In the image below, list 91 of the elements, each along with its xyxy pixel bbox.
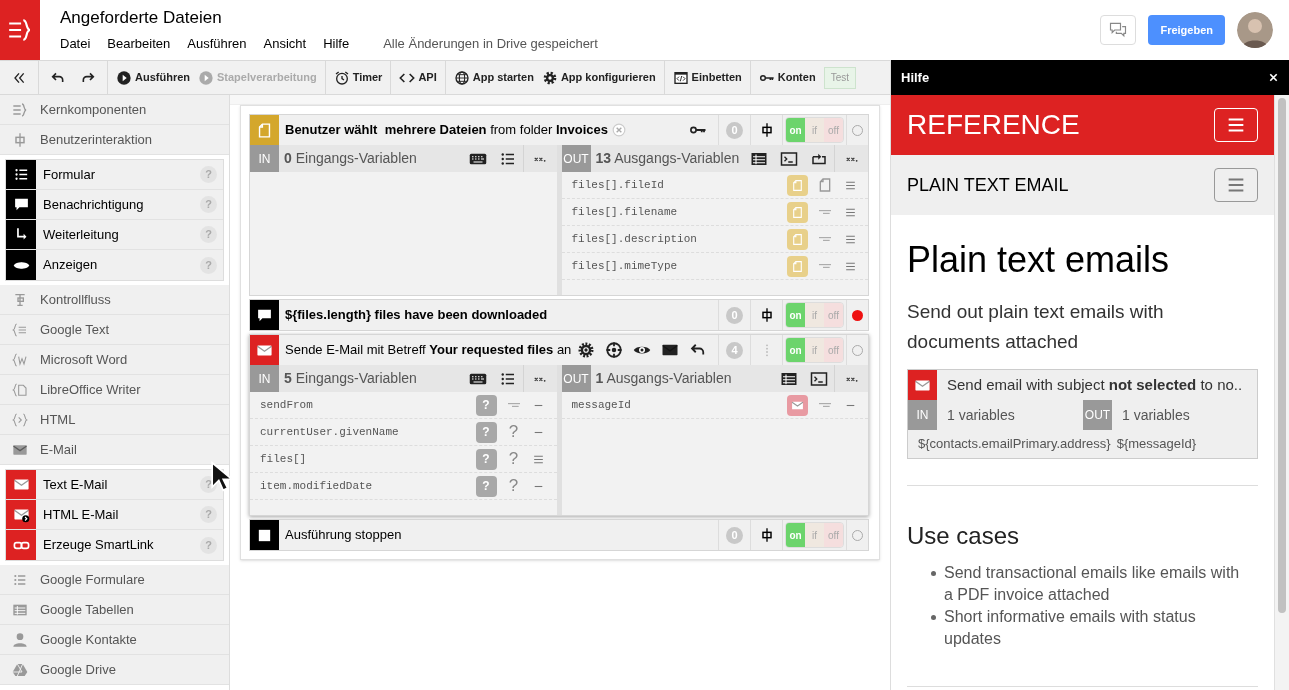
section-title: PLAIN TEXT EMAIL [907,173,1070,197]
panel-title: Hilfe [901,68,931,87]
menu-item[interactable]: Ansicht [263,33,307,54]
category-item[interactable]: HTML [0,405,229,435]
step-title[interactable]: Sende E-Mail mit Betreff Your requested files an [285,335,572,365]
category-item[interactable]: Kernkomponenten [0,95,229,125]
variable-name: files[] [260,451,308,467]
category-label: Google Tabellen [40,600,134,619]
step-title[interactable]: ${files.length} files have been downloaded [285,300,548,330]
example-title: Send email with subject not selected to no.. [947,374,1243,395]
toolbar-button[interactable]: Einbetten [672,65,742,90]
variables-caption: 5 Eingangs-Variablen [284,369,418,388]
category-label: Google Formulare [40,570,145,589]
step-title[interactable]: Ausführung stoppen [285,520,402,550]
direction-label: IN [908,400,937,430]
variable-name: files[].mimeType [571,258,679,274]
direction-label: IN [250,365,279,392]
category-label: E-Mail [40,440,77,459]
toolbar-button[interactable]: Ausführen [116,65,190,90]
category-label: Kernkomponenten [40,100,147,119]
category-item[interactable]: Benutzerinteraktion [0,125,229,155]
unknown-type-mark: ? [508,421,519,444]
variable-name: currentUser.givenName [260,424,400,440]
block-item[interactable]: Benachrichtigung ? [6,190,223,220]
variables-caption: 1 Ausgangs-Variablen [595,369,733,388]
direction-label: OUT [1083,400,1112,430]
section-heading: Use cases [907,520,1021,551]
menu-item[interactable]: Bearbeiten [107,33,171,54]
block-label: Anzeigen [43,256,98,275]
variable-name: files[].description [571,231,698,247]
variables-caption: 0 Eingangs-Variablen [284,149,418,168]
category-item[interactable]: E-Mail [0,435,229,465]
category-item[interactable]: Kontrollfluss [0,285,229,315]
variable-name: files[].filename [571,204,679,220]
save-status: Alle Änderungen in Drive gespeichert [383,34,598,53]
category-item[interactable]: Google Kontakte [0,625,229,655]
category-item[interactable]: LibreOffice Writer [0,375,229,405]
menu-item[interactable]: Datei [60,33,91,54]
variable-count: 1 variables [1122,405,1190,425]
menu-item[interactable]: Hilfe [323,33,350,54]
variable-count: 1 variables [947,405,1016,425]
menu-item[interactable]: Ausführen [187,33,247,54]
variable-name: item.modifiedDate [260,478,374,494]
toolbar-button[interactable]: API [399,65,437,90]
toolbar-button[interactable]: App starten [453,65,534,90]
variable-expression: ${messageId} [1116,435,1197,453]
help-lead: Send out plain text emails with documents attached [907,300,1165,354]
brand-title: REFERENCE [907,108,1081,142]
block-label: HTML E-Mail [43,505,119,524]
variable-name: messageId [571,397,632,413]
category-label: Kontrollfluss [40,290,111,309]
direction-label: OUT [561,145,591,172]
block-label: Formular [43,165,95,184]
block-item[interactable]: Anzeigen ? [6,250,223,280]
category-label: Google Kontakte [40,630,137,649]
block-label: Weiterleitung [43,225,119,244]
category-label: Microsoft Word [40,350,128,369]
category-label: HTML [40,410,76,429]
category-item[interactable]: Google Formulare [0,565,229,595]
category-item[interactable]: Microsoft Word [0,345,229,375]
variables-caption: 13 Ausgangs-Variablen [595,149,741,168]
block-item[interactable]: Weiterleitung ? [6,220,223,250]
category-label: Benutzerinteraktion [40,130,152,149]
category-item[interactable]: Google Tabellen [0,595,229,625]
list-item: Send transactional emails like emails with a PDF invoice attached [944,562,1240,605]
variable-name: sendFrom [260,397,314,413]
block-item[interactable]: Text E-Mail ? [6,470,223,500]
unknown-type-mark: ? [508,448,519,471]
direction-label: OUT [561,365,591,392]
document-title[interactable]: Angeforderte Dateien [60,6,1101,29]
category-item[interactable]: Google Drive [0,655,229,685]
list-item: Short informative emails with status updates [944,606,1197,649]
block-item[interactable]: HTML E-Mail ? [6,500,223,530]
toolbar-button[interactable]: Timer [333,65,383,90]
category-item[interactable]: Google Text [0,315,229,345]
unknown-type-mark: ? [508,475,519,498]
category-label: Google Drive [40,660,116,679]
variable-name: files[].fileId [571,177,665,193]
block-item[interactable]: Formular ? [6,160,223,190]
variable-expression: ${contacts.emailPrimary.address} [918,435,1111,453]
category-label: LibreOffice Writer [40,380,141,399]
block-label: Text E-Mail [43,475,108,494]
category-label: Google Text [40,320,110,339]
step-title[interactable]: Benutzer wählt mehrere Dateien from folder Invoices [285,115,608,145]
toolbar-button[interactable]: Konten [758,65,816,90]
help-heading: Plain text emails [907,238,1171,282]
toolbar-button[interactable]: App konfigurieren [541,65,656,90]
block-label: Erzeuge SmartLink [43,536,154,555]
block-item[interactable]: Erzeuge SmartLink ? [6,530,223,560]
direction-label: IN [250,145,279,172]
block-label: Benachrichtigung [43,195,144,214]
